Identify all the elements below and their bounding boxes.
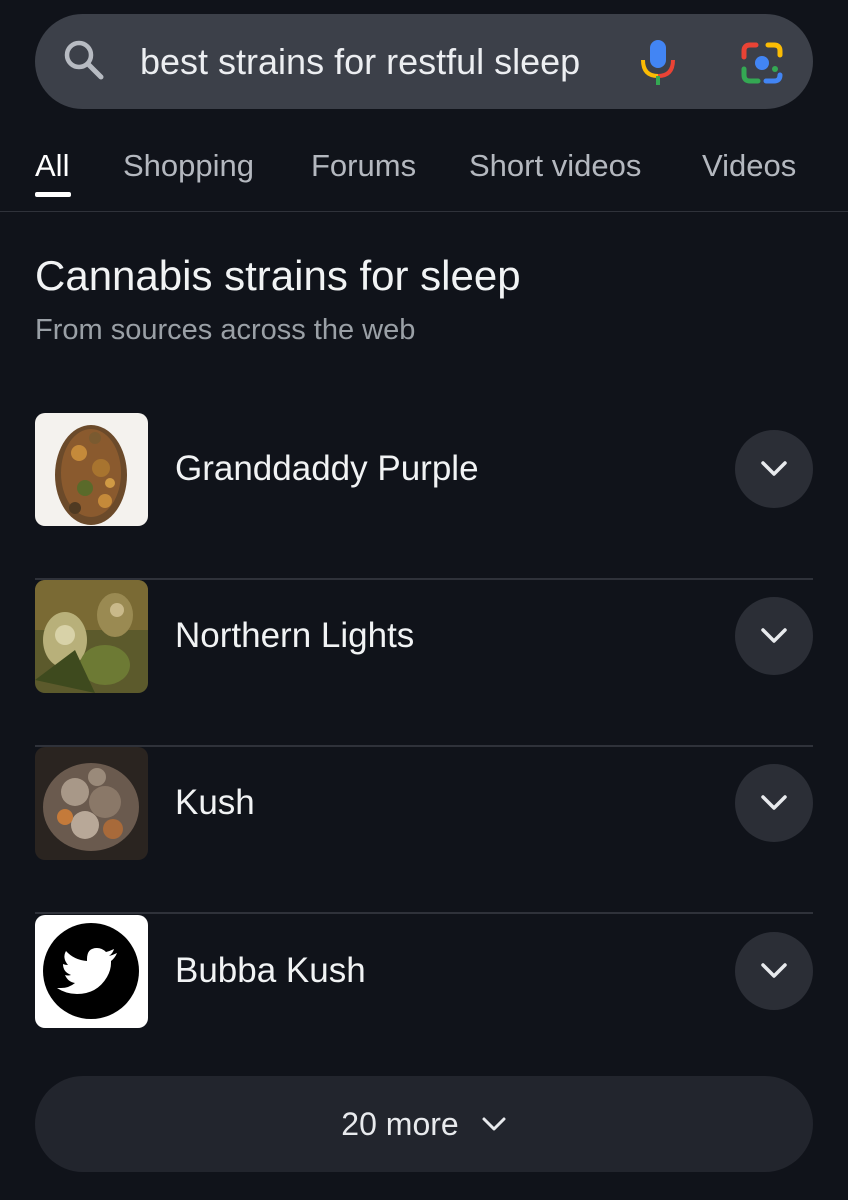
- expand-button[interactable]: [735, 932, 813, 1010]
- chevron-down-icon: [482, 1117, 506, 1131]
- strain-name: Bubba Kush: [175, 951, 366, 990]
- tab-all[interactable]: All: [35, 148, 69, 184]
- tab-shopping[interactable]: Shopping: [123, 148, 254, 184]
- strain-name: Kush: [175, 783, 255, 822]
- section-title: Cannabis strains for sleep: [35, 252, 521, 299]
- strain-thumbnail: [35, 413, 148, 526]
- twitter-icon: [35, 915, 148, 1028]
- list-item-kush[interactable]: Kush: [35, 747, 813, 914]
- list-item-northern-lights[interactable]: Northern Lights: [35, 580, 813, 747]
- strain-name: Granddaddy Purple: [175, 449, 479, 488]
- google-lens-icon[interactable]: [740, 41, 784, 85]
- list-item-granddaddy-purple[interactable]: Granddaddy Purple: [35, 413, 813, 580]
- divider: [35, 912, 813, 914]
- expand-button[interactable]: [735, 597, 813, 675]
- list-item-bubba-kush[interactable]: Bubba Kush: [35, 915, 813, 1082]
- chevron-down-icon: [761, 461, 787, 476]
- section-subtitle: From sources across the web: [35, 314, 416, 346]
- tab-short-videos[interactable]: Short videos: [469, 148, 641, 184]
- chevron-down-icon: [761, 963, 787, 978]
- chevron-down-icon: [761, 795, 787, 810]
- microphone-icon[interactable]: [638, 38, 678, 86]
- expand-button[interactable]: [735, 764, 813, 842]
- expand-button[interactable]: [735, 430, 813, 508]
- tab-forums[interactable]: Forums: [311, 148, 416, 184]
- chevron-down-icon: [761, 628, 787, 643]
- show-more-button[interactable]: 20 more: [35, 1076, 813, 1172]
- search-input[interactable]: best strains for restful sleep: [140, 14, 580, 109]
- search-bar[interactable]: best strains for restful sleep: [35, 14, 813, 109]
- show-more-label: 20 more: [341, 1105, 459, 1142]
- search-tabs: All Shopping Forums Short videos Videos: [0, 130, 848, 212]
- strain-thumbnail: [35, 580, 148, 693]
- search-icon[interactable]: [62, 38, 106, 82]
- twitter-logo-thumbnail: [35, 915, 148, 1028]
- strain-name: Northern Lights: [175, 616, 415, 655]
- active-tab-indicator: [35, 192, 71, 197]
- strain-thumbnail: [35, 747, 148, 860]
- tab-videos[interactable]: Videos: [702, 148, 796, 184]
